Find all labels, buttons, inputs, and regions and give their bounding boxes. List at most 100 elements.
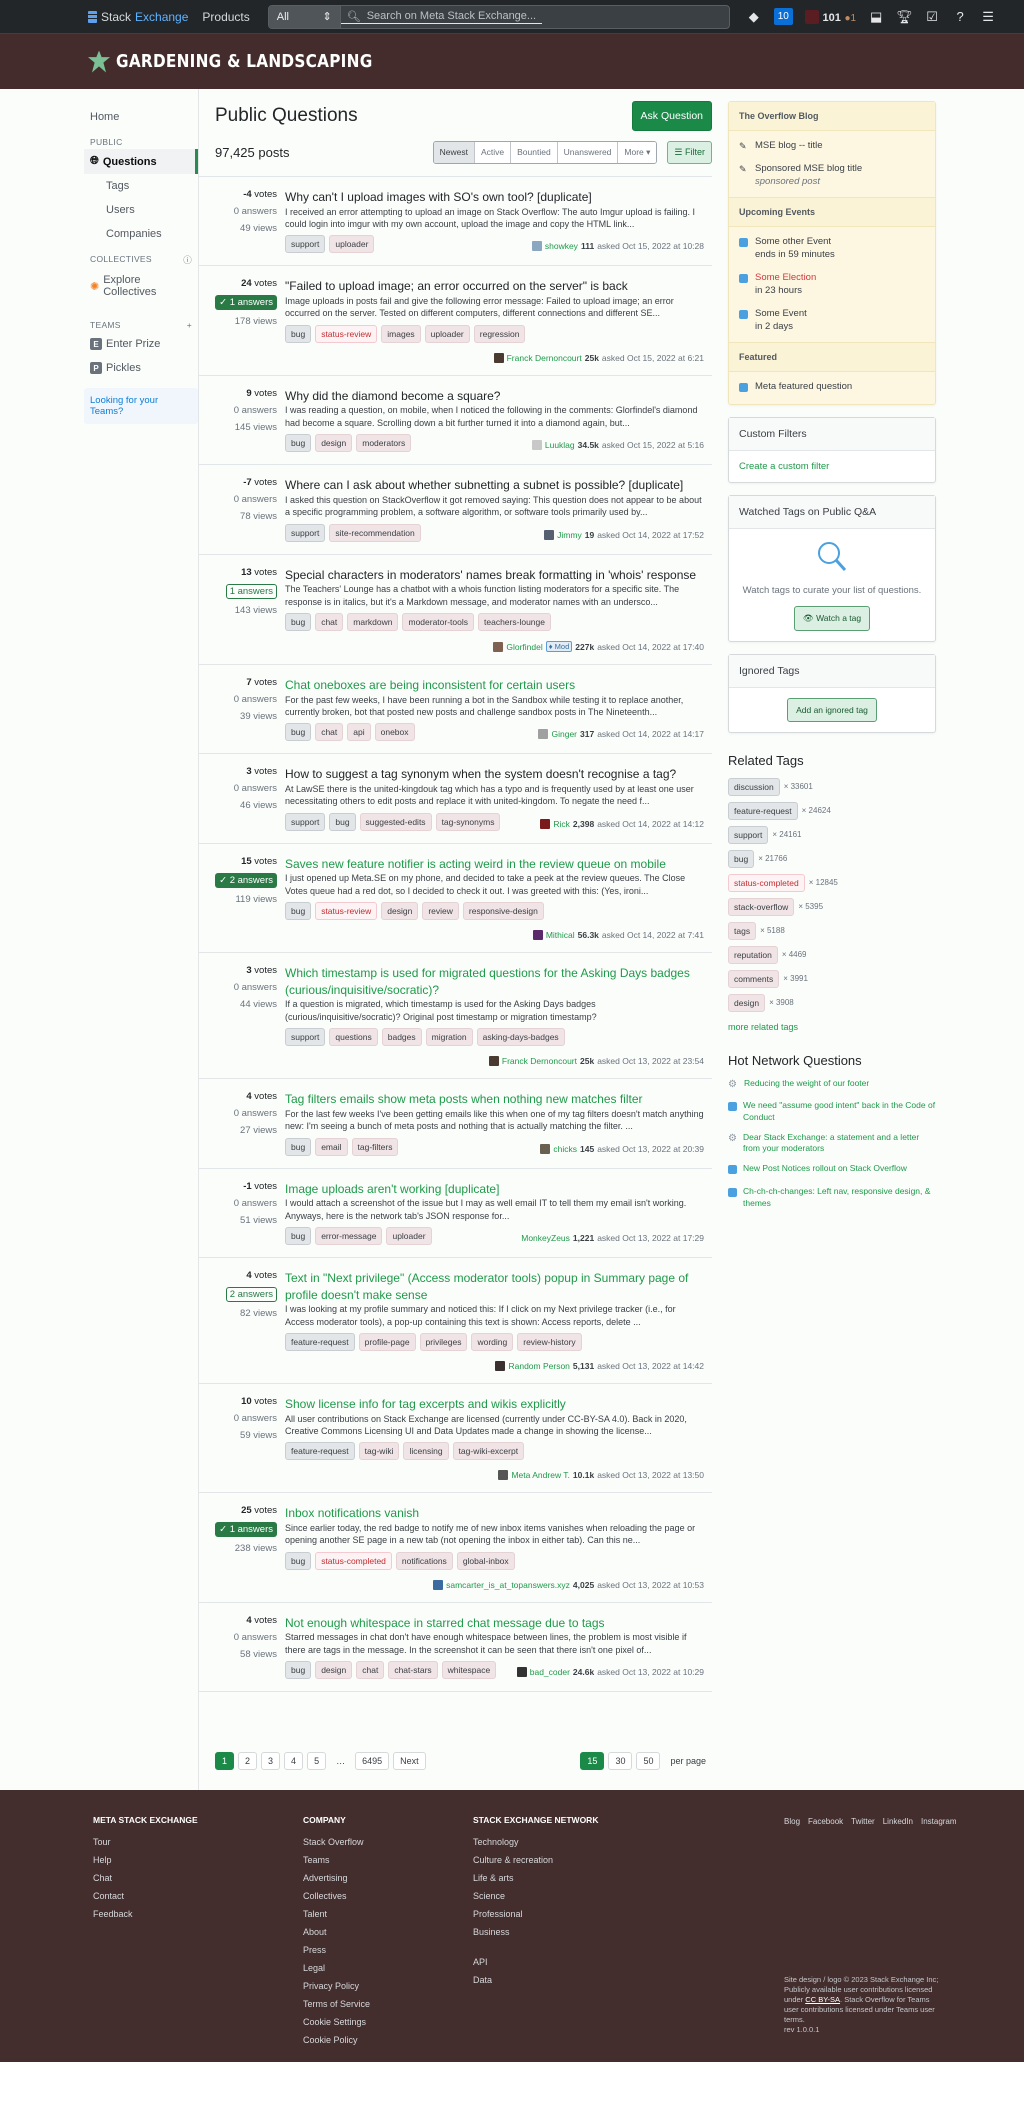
- tag[interactable]: images: [381, 324, 421, 343]
- per-page-option[interactable]: 15: [580, 1752, 605, 1771]
- social-link[interactable]: Blog: [784, 1817, 800, 1826]
- footer-link[interactable]: Life & arts: [473, 1873, 623, 1883]
- tag[interactable]: bug: [285, 1137, 312, 1156]
- tag[interactable]: whitespace: [441, 1661, 497, 1680]
- hot-question-link[interactable]: We need "assume good intent" back in the…: [743, 1100, 936, 1124]
- sidebar-item-users[interactable]: Users: [84, 198, 198, 222]
- tag[interactable]: tag-wiki: [358, 1442, 400, 1461]
- tag[interactable]: regression: [473, 324, 526, 343]
- question-title-link[interactable]: Text in "Next privilege" (Access moderat…: [285, 1271, 688, 1302]
- question-title-link[interactable]: Image uploads aren't working [duplicate]: [285, 1182, 499, 1196]
- question-title-link[interactable]: Where can I ask about whether subnetting…: [285, 478, 683, 492]
- footer-link[interactable]: Cookie Settings: [303, 2017, 473, 2027]
- avatar[interactable]: [538, 729, 549, 740]
- hot-question-item[interactable]: We need "assume good intent" back in the…: [728, 1100, 936, 1124]
- footer-link[interactable]: Data: [473, 1975, 623, 1985]
- asked-time[interactable]: asked Oct 14, 2022 at 7:41: [602, 930, 704, 940]
- tag[interactable]: markdown: [347, 613, 399, 632]
- tag[interactable]: design: [315, 1661, 353, 1680]
- tag[interactable]: tag-synonyms: [435, 812, 501, 831]
- tag[interactable]: uploader: [329, 235, 375, 254]
- tag[interactable]: design: [728, 993, 766, 1012]
- hot-question-item[interactable]: Ch-ch-ch-changes: Left nav, responsive d…: [728, 1186, 936, 1210]
- hot-question-link[interactable]: Reducing the weight of our footer: [744, 1078, 869, 1092]
- sort-tab[interactable]: Active: [474, 142, 512, 163]
- blog-item[interactable]: ✎ MSE blog -- title: [729, 135, 935, 158]
- sidebar-item-companies[interactable]: Companies: [84, 222, 198, 246]
- tag[interactable]: chat: [315, 723, 344, 742]
- footer-link[interactable]: Professional: [473, 1909, 623, 1919]
- footer-link[interactable]: Chat: [93, 1873, 303, 1883]
- site-name[interactable]: GARDENING & LANDSCAPING: [116, 51, 373, 72]
- hot-question-item[interactable]: ⚙ Reducing the weight of our footer: [728, 1078, 936, 1092]
- tag[interactable]: bug: [285, 902, 312, 921]
- tag[interactable]: tag-filters: [351, 1137, 399, 1156]
- asked-time[interactable]: asked Oct 13, 2022 at 23:54: [597, 1056, 704, 1066]
- avatar[interactable]: [516, 1667, 527, 1678]
- tag[interactable]: bug: [285, 723, 312, 742]
- tag[interactable]: moderators: [356, 434, 412, 453]
- tag[interactable]: design: [381, 902, 419, 921]
- info-icon[interactable]: ⓘ: [183, 254, 192, 266]
- filter-button[interactable]: ☰ Filter: [667, 141, 712, 164]
- search-input[interactable]: Search on Meta Stack Exchange...: [367, 10, 536, 22]
- tag[interactable]: bug: [285, 1227, 312, 1246]
- tag[interactable]: api: [347, 723, 371, 742]
- user-name-link[interactable]: Ginger: [551, 729, 577, 739]
- asked-time[interactable]: asked Oct 14, 2022 at 17:40: [597, 642, 704, 652]
- avatar[interactable]: [433, 1579, 444, 1590]
- tag[interactable]: bug: [285, 434, 312, 453]
- question-title-link[interactable]: "Failed to upload image; an error occurr…: [285, 279, 628, 293]
- tag[interactable]: privileges: [419, 1333, 468, 1352]
- tag[interactable]: tag-wiki-excerpt: [452, 1442, 525, 1461]
- user-name-link[interactable]: Franck Dernoncourt: [507, 353, 582, 363]
- tag[interactable]: feature-request: [285, 1333, 355, 1352]
- hot-question-link[interactable]: Ch-ch-ch-changes: Left nav, responsive d…: [743, 1186, 936, 1210]
- footer-link[interactable]: Help: [93, 1855, 303, 1865]
- site-logo-icon[interactable]: [88, 50, 110, 73]
- user-name-link[interactable]: Rick: [553, 819, 570, 829]
- social-link[interactable]: Twitter: [851, 1817, 875, 1826]
- user-name-link[interactable]: MonkeyZeus: [521, 1233, 570, 1243]
- footer-link[interactable]: Teams: [303, 1855, 473, 1865]
- tag[interactable]: bug: [329, 812, 356, 831]
- user-profile[interactable]: 101 ●1: [804, 9, 856, 25]
- create-custom-filter-link[interactable]: Create a custom filter: [739, 461, 829, 472]
- avatar[interactable]: [532, 930, 543, 941]
- footer-link[interactable]: API: [473, 1957, 623, 1967]
- sort-tab[interactable]: Bountied: [511, 142, 558, 163]
- tag[interactable]: status-completed: [728, 873, 805, 892]
- avatar[interactable]: [540, 818, 551, 829]
- tag[interactable]: site-recommendation: [329, 523, 421, 542]
- avatar[interactable]: [488, 1056, 499, 1067]
- tag[interactable]: feature-request: [728, 801, 798, 820]
- user-name-link[interactable]: Jimmy: [557, 530, 582, 540]
- tag[interactable]: responsive-design: [462, 902, 544, 921]
- tag[interactable]: licensing: [403, 1442, 449, 1461]
- question-title-link[interactable]: How to suggest a tag synonym when the sy…: [285, 767, 676, 781]
- social-link[interactable]: Facebook: [808, 1817, 843, 1826]
- social-link[interactable]: Instagram: [921, 1817, 957, 1826]
- hot-question-link[interactable]: Dear Stack Exchange: a statement and a l…: [743, 1132, 936, 1156]
- event-item[interactable]: Some Event in 2 days: [729, 303, 935, 339]
- sort-tab[interactable]: Newest: [433, 142, 475, 163]
- tag[interactable]: comments: [728, 969, 780, 988]
- question-title-link[interactable]: Saves new feature notifier is acting wei…: [285, 857, 666, 871]
- tag[interactable]: reputation: [728, 945, 778, 964]
- asked-time[interactable]: asked Oct 15, 2022 at 6:21: [602, 353, 704, 363]
- looking-for-teams-link[interactable]: Looking for your Teams?: [84, 388, 198, 424]
- tag[interactable]: design: [315, 434, 353, 453]
- license-link[interactable]: CC BY-SA: [805, 1995, 840, 2004]
- tag[interactable]: support: [285, 235, 326, 254]
- user-name-link[interactable]: Glorfindel: [506, 642, 542, 652]
- page-link[interactable]: 2: [238, 1752, 258, 1771]
- hot-question-item[interactable]: ⚙ Dear Stack Exchange: a statement and a …: [728, 1132, 936, 1156]
- asked-time[interactable]: asked Oct 13, 2022 at 13:50: [597, 1470, 704, 1480]
- tag[interactable]: migration: [425, 1028, 473, 1047]
- page-link[interactable]: 5: [307, 1752, 327, 1771]
- user-name-link[interactable]: samcarter_is_at_topanswers.xyz: [446, 1580, 570, 1590]
- user-name-link[interactable]: showkey: [545, 241, 578, 251]
- sort-tab[interactable]: Unanswered: [557, 142, 619, 163]
- tag[interactable]: feature-request: [285, 1442, 355, 1461]
- page-link[interactable]: 3: [261, 1752, 281, 1771]
